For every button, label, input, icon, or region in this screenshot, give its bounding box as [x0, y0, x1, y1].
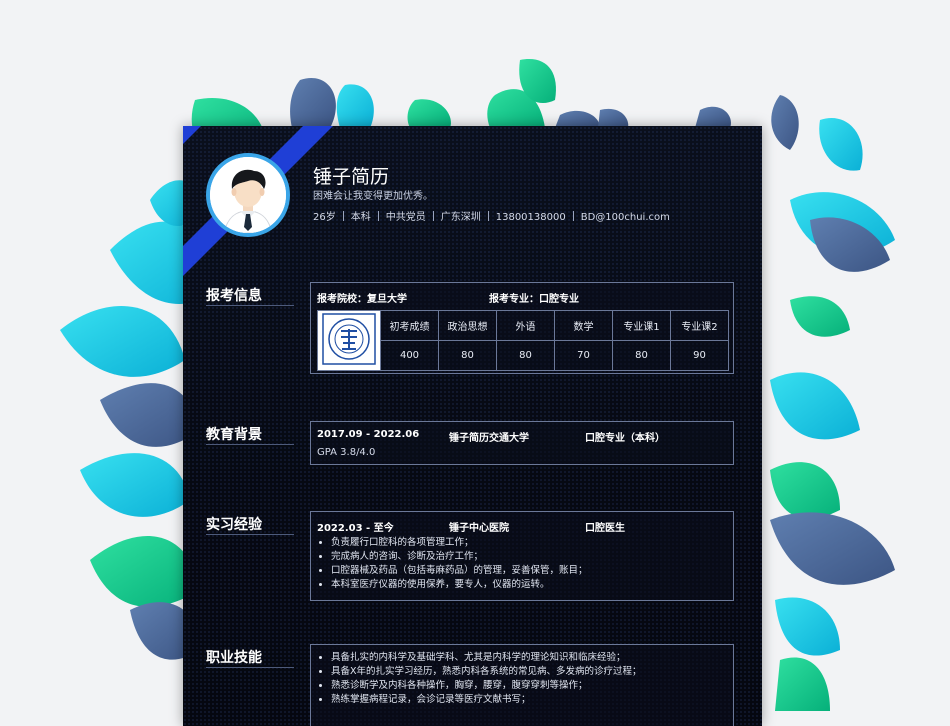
education-degree: 口腔专业（本科） — [585, 433, 665, 444]
education-period: 2017.09 - 2022.06 — [317, 429, 420, 440]
avatar — [206, 153, 290, 237]
resume-tagline: 困难会让我变得更加优秀。 — [313, 191, 433, 202]
avatar-illustration-icon — [210, 157, 286, 233]
skills-list: 具备扎实的内科学及基础学科、尤其是内科学的理论知识和临床经验； 具备X年的扎实学… — [319, 651, 642, 707]
score-value: 400 — [380, 340, 439, 371]
info-location: 广东深圳 — [440, 212, 481, 223]
list-item: 具备X年的扎实学习经历，熟悉内科各系统的常见病、多发病的诊疗过程； — [331, 665, 642, 679]
score-value: 80 — [612, 340, 671, 371]
education-box: 2017.09 - 2022.06 锤子简历交通大学 口腔专业（本科） GPA … — [310, 421, 734, 465]
section-underline — [206, 305, 294, 306]
score-header: 数学 — [554, 310, 613, 341]
score-table: 初考成绩 政治思想 外语 数学 专业课1 专业课2 400 80 80 70 8… — [317, 310, 729, 371]
section-underline — [206, 444, 294, 445]
score-value: 80 — [496, 340, 555, 371]
internship-role: 口腔医生 — [585, 523, 625, 534]
info-separator — [572, 211, 574, 221]
list-item: 具备扎实的内科学及基础学科、尤其是内科学的理论知识和临床经验； — [331, 651, 642, 665]
section-title-internship: 实习经验 — [206, 517, 262, 533]
internship-duties-list: 负责履行口腔科的各项管理工作； 完成病人的咨询、诊断及治疗工作； 口腔器械及药品… — [319, 536, 588, 592]
list-item: 口腔器械及药品（包括毒麻药品）的管理，妥善保管，账目； — [331, 564, 588, 578]
university-logo — [317, 310, 381, 371]
info-separator — [342, 211, 344, 221]
info-separator — [377, 211, 379, 221]
personal-info-row: 26岁 本科 中共党员 广东深圳 13800138000 BD@100chui.com — [313, 208, 670, 223]
university-seal-icon — [322, 313, 376, 365]
info-separator — [432, 211, 434, 221]
score-header: 初考成绩 — [380, 310, 439, 341]
score-value: 90 — [670, 340, 729, 371]
info-email: BD@100chui.com — [580, 212, 670, 223]
exam-info-box: 报考院校：复旦大学 报考专业：口腔专业 初考成绩 政治思想 外语 数学 专业课1… — [310, 282, 734, 374]
info-phone: 13800138000 — [495, 212, 566, 223]
exam-school: 报考院校：复旦大学 — [317, 294, 407, 305]
score-value: 70 — [554, 340, 613, 371]
internship-box: 2022.03 - 至今 锤子中心医院 口腔医生 负责履行口腔科的各项管理工作；… — [310, 511, 734, 601]
info-education: 本科 — [350, 212, 371, 223]
list-item: 负责履行口腔科的各项管理工作； — [331, 536, 588, 550]
internship-period: 2022.03 - 至今 — [317, 523, 394, 534]
list-item: 完成病人的咨询、诊断及治疗工作； — [331, 550, 588, 564]
score-value: 80 — [438, 340, 497, 371]
list-item: 本科室医疗仪器的使用保养，要专人，仪器的运转。 — [331, 578, 588, 592]
section-underline — [206, 667, 294, 668]
info-age: 26岁 — [313, 212, 336, 223]
section-underline — [206, 534, 294, 535]
skills-box: 具备扎实的内科学及基础学科、尤其是内科学的理论知识和临床经验； 具备X年的扎实学… — [310, 644, 734, 726]
education-gpa: GPA 3.8/4.0 — [317, 447, 376, 458]
score-header: 政治思想 — [438, 310, 497, 341]
score-header: 外语 — [496, 310, 555, 341]
section-title-education: 教育背景 — [206, 427, 262, 443]
info-political: 中共党员 — [385, 212, 426, 223]
score-header: 专业课2 — [670, 310, 729, 341]
list-item: 熟悉诊断学及内科各种操作，胸穿，腰穿，腹穿穿刺等操作； — [331, 679, 642, 693]
internship-org: 锤子中心医院 — [449, 523, 509, 534]
resume-card: 锤子简历 困难会让我变得更加优秀。 26岁 本科 中共党员 广东深圳 138001380… — [183, 126, 762, 726]
section-title-skills: 职业技能 — [206, 650, 262, 666]
section-title-exam: 报考信息 — [206, 288, 262, 304]
resume-name: 锤子简历 — [313, 166, 390, 188]
score-header: 专业课1 — [612, 310, 671, 341]
education-school: 锤子简历交通大学 — [449, 433, 529, 444]
list-item: 熟练掌握病程记录，会诊记录等医疗文献书写； — [331, 693, 642, 707]
exam-major: 报考专业：口腔专业 — [489, 294, 579, 305]
info-separator — [487, 211, 489, 221]
